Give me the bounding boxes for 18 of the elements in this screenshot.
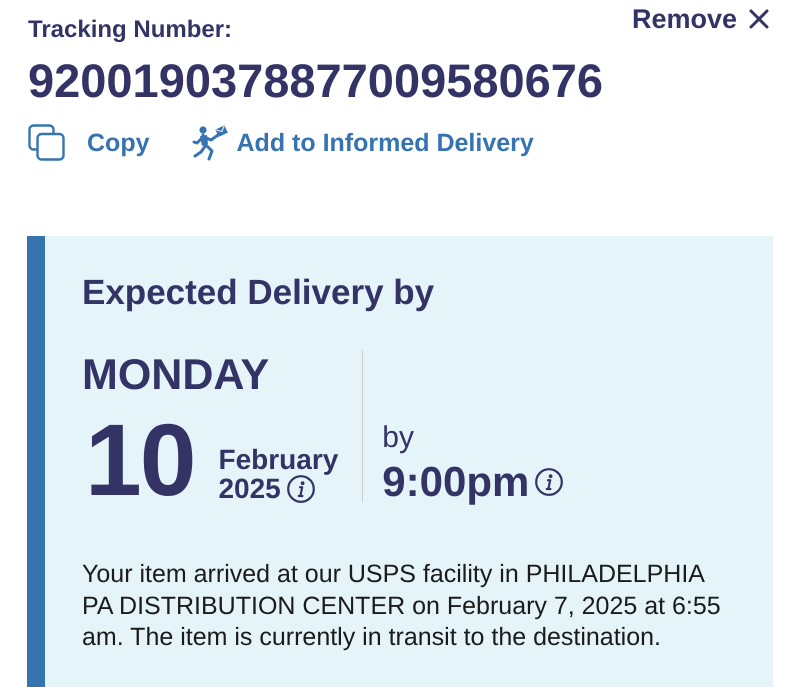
tracking-number: 9200190378877009580676 (28, 54, 604, 108)
delivery-weekday: MONDAY (82, 350, 270, 400)
info-icon[interactable] (286, 474, 315, 502)
person-with-envelope-icon (192, 124, 228, 160)
status-message: Your item arrived at our USPS facility in PHILADELPHIA PA DISTRIBUTION CENTER on February 7, 2025 at 6:55 am. The item is currently in transit to the destination. (82, 559, 722, 653)
delivery-heading: Expected Delivery by (82, 272, 436, 314)
copy-button[interactable]: Copy (28, 124, 150, 161)
delivery-year: 2025 (218, 474, 281, 503)
informed-delivery-link[interactable]: Add to Informed Delivery (192, 124, 534, 160)
delivery-day: 10 (85, 409, 194, 511)
copy-icon (28, 124, 65, 161)
remove-button[interactable]: Remove (632, 3, 769, 35)
delivery-month: February (218, 445, 338, 474)
tracking-label: Tracking Number: (28, 16, 232, 44)
info-icon[interactable] (535, 468, 564, 496)
by-label: by (382, 421, 415, 455)
close-icon (749, 9, 769, 29)
delivery-time: 9:00pm (382, 459, 530, 505)
